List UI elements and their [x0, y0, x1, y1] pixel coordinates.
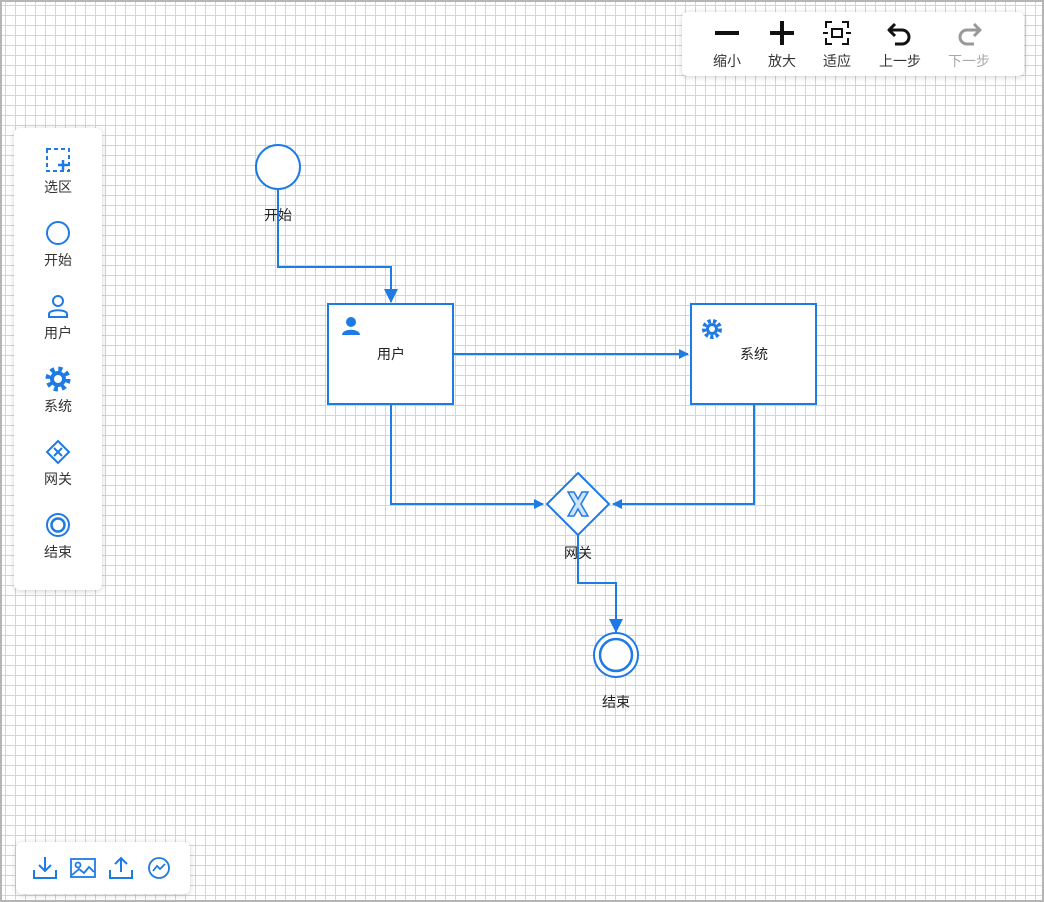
- palette-item-label: 用户: [44, 325, 72, 341]
- end-event-label: 结束: [602, 694, 630, 710]
- palette-item-user[interactable]: 用户: [14, 292, 102, 358]
- zoom-in-button[interactable]: 放大: [752, 16, 812, 74]
- gateway-label: 网关: [564, 545, 592, 561]
- download-icon[interactable]: [31, 854, 59, 882]
- canvas[interactable]: 开始 用户 系统 网关 结束 缩小 放大 适应 上一步 下一步 选区 开始 用户…: [0, 0, 1044, 902]
- undo-button[interactable]: 上一步: [870, 16, 930, 74]
- palette-item-gateway[interactable]: 网关: [14, 438, 102, 504]
- fit-button[interactable]: 适应: [807, 16, 867, 74]
- palette-item-start[interactable]: 开始: [14, 219, 102, 285]
- plus-icon: [770, 21, 794, 45]
- selection-icon: [46, 148, 70, 172]
- start-event-icon: [46, 221, 70, 245]
- exclusive-gateway[interactable]: [545, 471, 611, 537]
- redo-button[interactable]: 下一步: [939, 16, 999, 74]
- edge-user-to-gateway[interactable]: [390, 404, 544, 509]
- chart-icon[interactable]: [145, 854, 173, 882]
- element-palette: 选区 开始 用户 系统 网关 结束: [14, 128, 102, 590]
- undo-label: 上一步: [879, 53, 921, 69]
- palette-item-label: 网关: [44, 471, 72, 487]
- end-event-icon: [46, 513, 70, 537]
- edge-start-to-user[interactable]: [277, 188, 398, 303]
- palette-item-selection[interactable]: 选区: [14, 146, 102, 212]
- flow-diagram[interactable]: 开始 用户 系统 网关 结束: [2, 2, 1042, 900]
- start-event[interactable]: [255, 144, 301, 190]
- palette-item-label: 选区: [44, 179, 72, 195]
- palette-item-label: 开始: [44, 252, 72, 268]
- undo-icon: [887, 22, 911, 46]
- palette-item-label: 系统: [44, 398, 72, 414]
- zoom-out-label: 缩小: [713, 53, 741, 69]
- redo-icon: [958, 22, 982, 46]
- user-task-label: 用户: [377, 346, 405, 362]
- image-icon[interactable]: [69, 854, 97, 882]
- service-task-icon: [45, 366, 71, 392]
- start-event-label: 开始: [264, 207, 292, 223]
- palette-item-label: 结束: [44, 544, 72, 560]
- upload-icon[interactable]: [107, 854, 135, 882]
- edge-system-to-gateway[interactable]: [612, 404, 755, 509]
- service-task-label: 系统: [740, 346, 768, 362]
- bottom-toolbar: [16, 842, 190, 894]
- user-task-icon: [48, 295, 68, 318]
- end-event[interactable]: [593, 632, 639, 678]
- zoom-out-button[interactable]: 缩小: [697, 16, 757, 74]
- palette-item-end[interactable]: 结束: [14, 511, 102, 577]
- minus-icon: [715, 31, 739, 35]
- toolbar: 缩小 放大 适应 上一步 下一步: [682, 12, 1024, 76]
- fit-label: 适应: [823, 53, 851, 69]
- fit-icon: [823, 21, 851, 45]
- zoom-in-label: 放大: [768, 53, 796, 69]
- redo-label: 下一步: [948, 53, 990, 69]
- palette-item-service[interactable]: 系统: [14, 365, 102, 431]
- gateway-icon: [45, 439, 71, 465]
